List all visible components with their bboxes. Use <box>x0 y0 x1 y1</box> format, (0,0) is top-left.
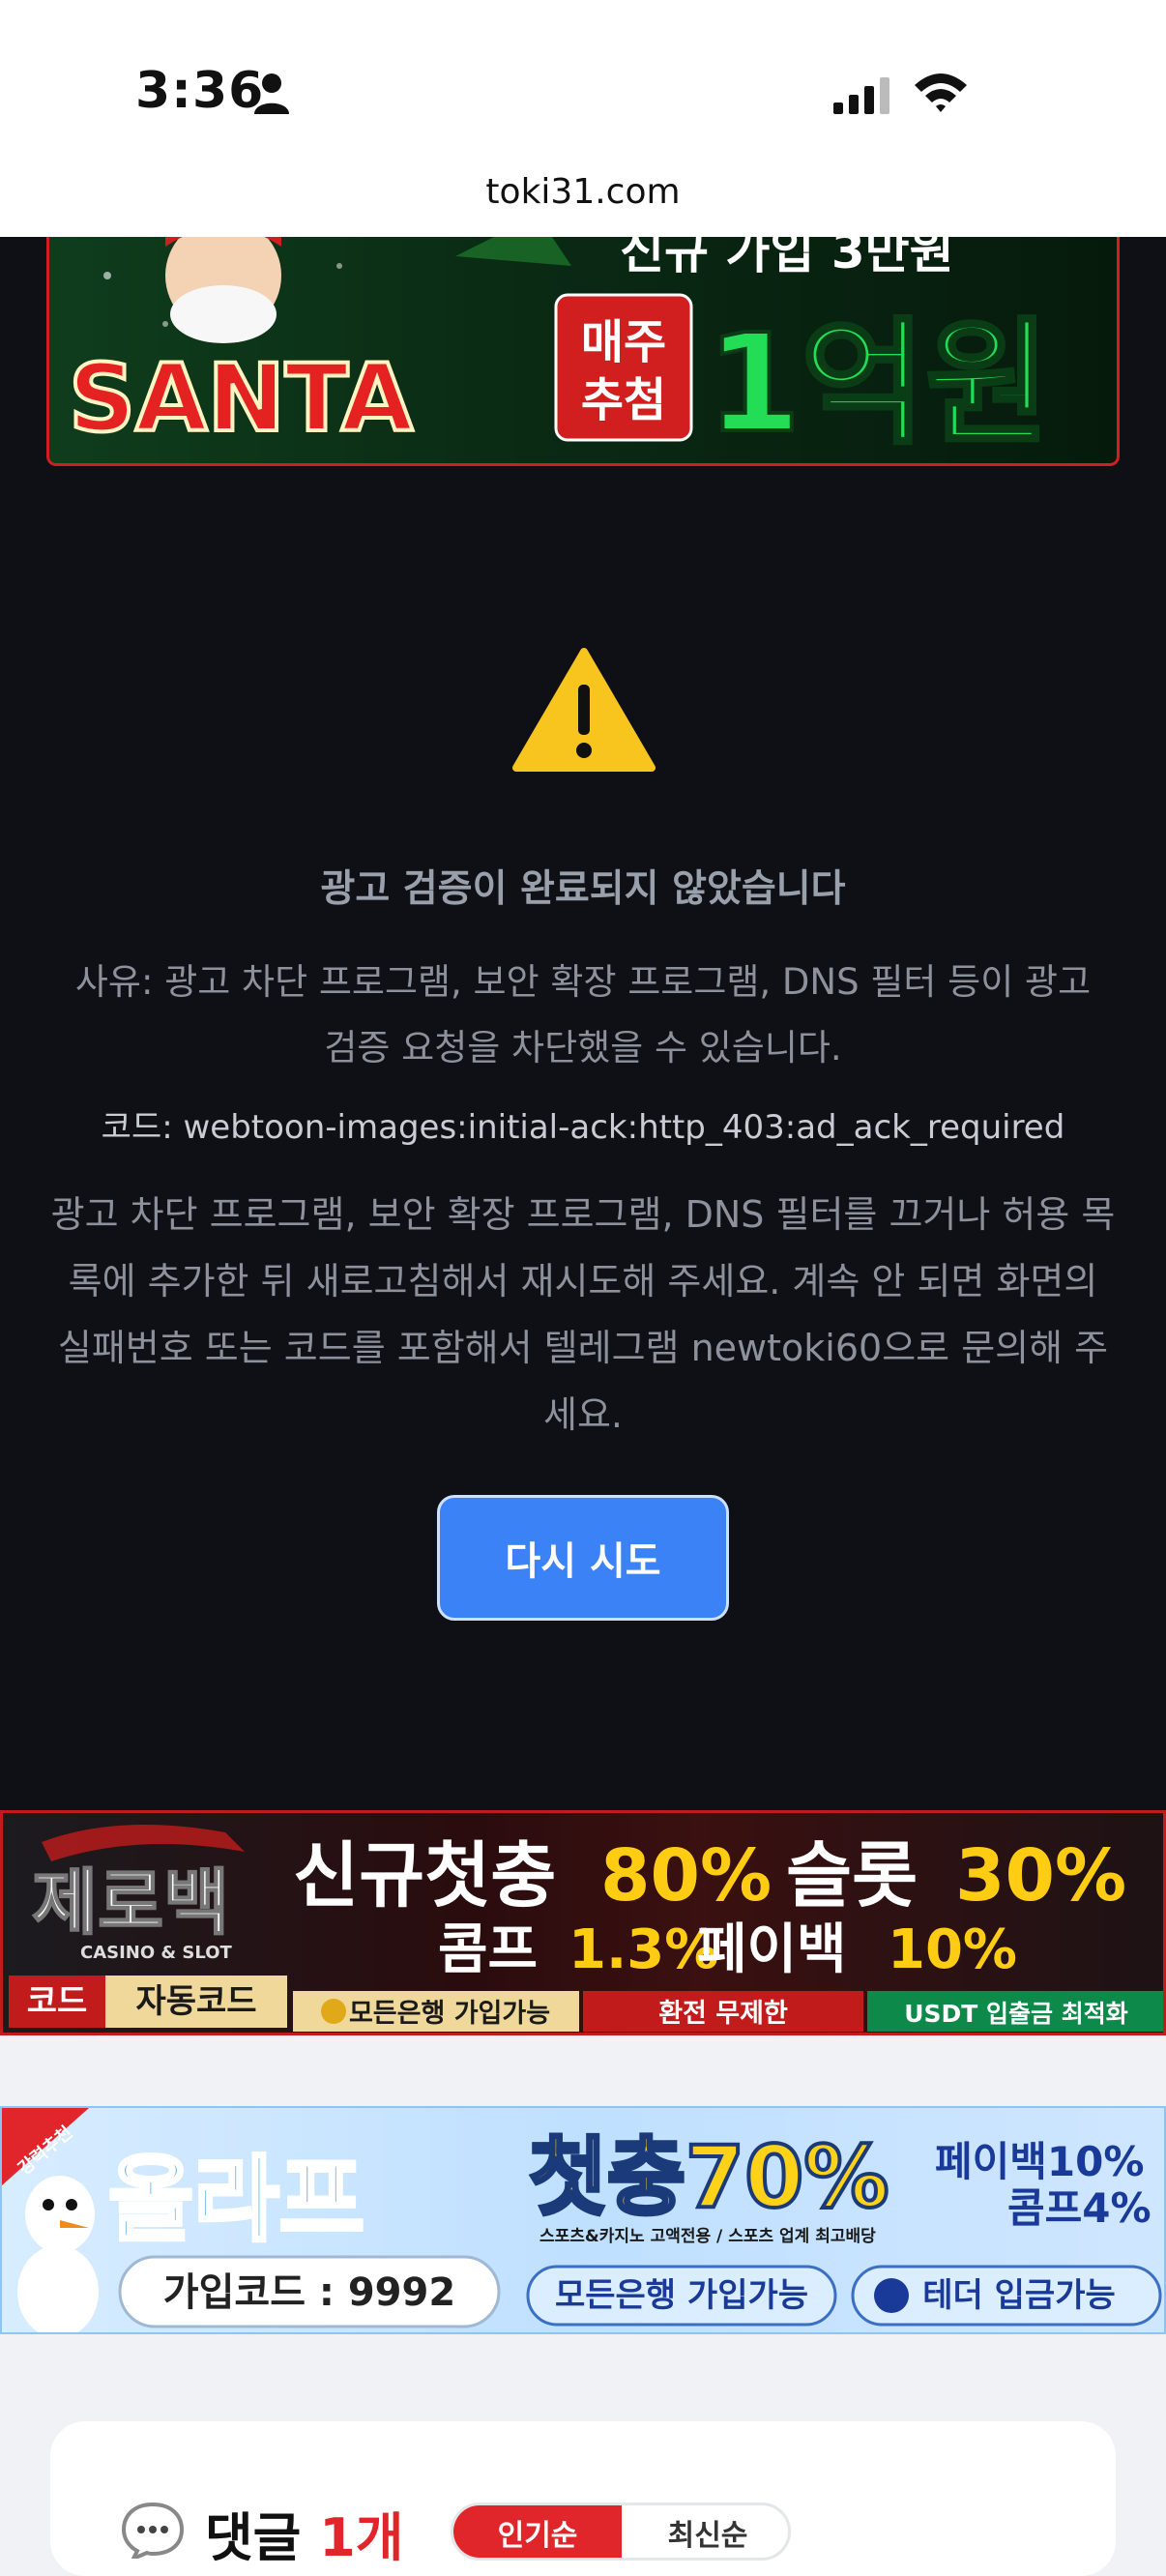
olaf-headline: 첫충70% <box>529 2127 889 2227</box>
comment-bubble-icon <box>121 2502 185 2559</box>
olaf-tag-2: 테더 입금가능 <box>922 2276 1116 2315</box>
olaf-sub: 스포츠&카지노 고액전용 / 스포츠 업계 최고배당 <box>539 2227 876 2246</box>
olaf-ad-banner[interactable]: 강력추천 올라프 가입코드 : 9992 첫충70% 페이백10% 콤프4% 스… <box>0 2106 1166 2334</box>
zeroback-line2-b-pct: 10% <box>888 1918 1017 1981</box>
zeroback-tag-1: 모든은행 가입가능 <box>349 1999 550 2029</box>
comment-count: 1개 <box>319 2507 404 2568</box>
santa-top-text: 신규 가입 3만원 <box>620 237 954 279</box>
person-icon <box>254 73 289 114</box>
error-code: 코드: webtoon-images:initial-ack:http_403:… <box>101 1108 1065 1147</box>
zeroback-headline-a: 신규첫충 <box>293 1834 556 1917</box>
retry-button[interactable]: 다시 시도 <box>437 1495 729 1621</box>
sort-popular-button[interactable]: 인기순 <box>453 2505 622 2558</box>
status-time: 3:36 <box>135 62 265 120</box>
santa-weekly-draw-2: 추첨 <box>581 373 666 427</box>
warning-icon <box>512 648 656 772</box>
error-instructions: 광고 차단 프로그램, 보안 확장 프로그램, DNS 필터를 끄거나 허용 목… <box>50 1193 1116 1436</box>
comment-title-label: 댓글 <box>205 2507 302 2568</box>
error-title: 광고 검증이 완료되지 않았습니다 <box>320 867 846 911</box>
zeroback-brand: 제로백 <box>32 1861 229 1945</box>
olaf-join-code: 가입코드 : 9992 <box>163 2270 455 2315</box>
zeroback-headline-b-pct: 30% <box>955 1834 1126 1917</box>
zeroback-headline-a-pct: 80% <box>600 1834 772 1917</box>
santa-weekly-draw-1: 매주 <box>581 315 666 369</box>
olaf-head <box>25 2176 95 2253</box>
comment-title: 댓글 1개 <box>205 2495 403 2571</box>
zeroback-ad-art: 제로백 CASINO & SLOT 코드 자동코드 신규첫충 80% 슬롯 30… <box>9 1825 1163 2032</box>
zeroback-code-value: 자동코드 <box>135 1982 256 2021</box>
santa-prize: 1억원 <box>707 306 1050 463</box>
santa-logo: SANTA <box>69 344 413 453</box>
zeroback-headline-b: 슬롯 <box>786 1834 918 1917</box>
sort-latest-button[interactable]: 최신순 <box>622 2505 788 2558</box>
zeroback-brand-sub: CASINO & SLOT <box>80 1943 232 1963</box>
zeroback-code-label: 코드 <box>27 1982 88 2021</box>
url-bar[interactable]: toki31.com <box>0 172 1166 212</box>
error-reason: 사유: 광고 차단 프로그램, 보안 확장 프로그램, DNS 필터 등이 광고… <box>74 961 1092 1068</box>
zeroback-line2-b: 페이백 <box>697 1918 847 1981</box>
olaf-payback: 페이백10% <box>935 2138 1144 2185</box>
olaf-brand: 올라프 <box>108 2146 364 2254</box>
zeroback-tag-2: 환전 무제한 <box>658 1999 788 2029</box>
olaf-comp: 콤프4% <box>1007 2184 1151 2232</box>
zeroback-line2-a: 콤프 <box>438 1918 538 1981</box>
santa-ad-art: SANTA 신규 가입 3만원 매주 추첨 1억원 <box>67 237 1052 463</box>
zeroback-ad-banner[interactable]: 제로백 CASINO & SLOT 코드 자동코드 신규첫충 80% 슬롯 30… <box>0 1810 1166 2035</box>
olaf-ad-art: 강력추천 올라프 가입코드 : 9992 첫충70% 페이백10% 콤프4% 스… <box>2 2108 1162 2332</box>
status-bar: 3:36 <box>0 0 1166 160</box>
olaf-tag-1: 모든은행 가입가능 <box>555 2276 808 2315</box>
zeroback-tag-3: USDT 입출금 최적화 <box>904 2000 1128 2028</box>
wifi-icon <box>915 73 967 112</box>
comment-sort-toggle: 인기순 최신순 <box>451 2503 791 2561</box>
santa-ad-banner[interactable]: SANTA 신규 가입 3만원 매주 추첨 1억원 <box>46 237 1120 466</box>
signal-icon <box>833 77 889 114</box>
